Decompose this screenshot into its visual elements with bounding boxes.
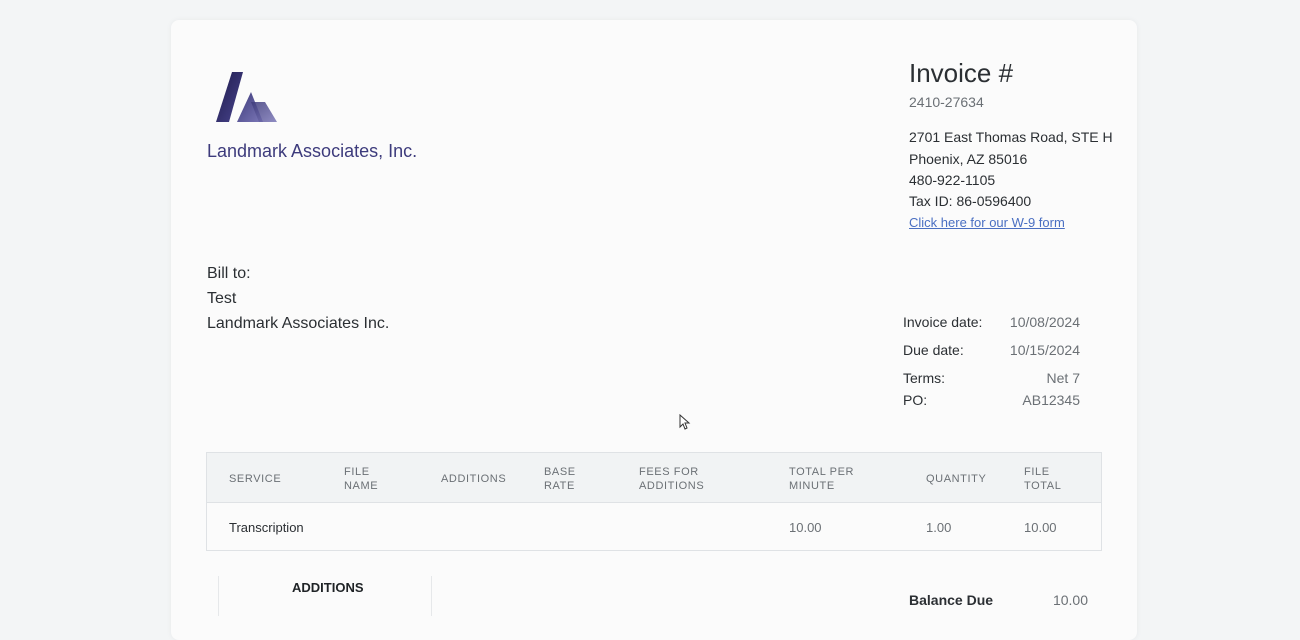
phone-number: 480-922-1105 [909, 172, 996, 188]
header-total-per-minute-line2: MINUTE [789, 480, 835, 492]
header-file-name-line2: NAME [344, 480, 379, 492]
address-line-2: Phoenix, AZ 85016 [909, 151, 1028, 167]
header-quantity: QUANTITY [926, 473, 987, 485]
company-logo-icon [216, 72, 277, 122]
additions-title: ADDITIONS [292, 580, 364, 595]
po-label: PO: [903, 392, 928, 408]
invoice-number: 2410-27634 [909, 94, 984, 110]
header-file-name-line1: FILE [344, 466, 370, 478]
address-line-1: 2701 East Thomas Road, STE H [909, 129, 1113, 145]
bill-to-company: Landmark Associates Inc. [207, 315, 390, 332]
balance-due-value: 10.00 [1052, 592, 1088, 608]
row-quantity: 1.00 [926, 520, 952, 535]
line-items-table: SERVICE FILE NAME ADDITIONS BASE RATE FE… [206, 452, 1102, 551]
balance-due-label: Balance Due [909, 592, 994, 608]
w9-form-link[interactable]: Click here for our W-9 form [909, 215, 1065, 230]
header-fees-line2: ADDITIONS [639, 480, 705, 492]
row-file-total: 10.00 [1024, 520, 1057, 535]
header-total-per-minute: TOTAL PER MINUTE [789, 465, 854, 493]
header-total-per-minute-line1: TOTAL PER [789, 466, 855, 478]
header-file-name: FILE NAME [344, 465, 378, 493]
invoice-date-label: Invoice date: [903, 314, 983, 330]
terms-value: Net 7 [1046, 370, 1080, 386]
header-file-total: FILE TOTAL [1024, 465, 1061, 493]
due-date-label: Due date: [903, 342, 964, 358]
bill-to-name: Test [207, 290, 237, 307]
po-value: AB12345 [1022, 392, 1080, 408]
header-fees-line1: FEES FOR [639, 466, 699, 478]
header-base-rate-line2: RATE [544, 480, 575, 492]
header-additions: ADDITIONS [441, 473, 507, 485]
header-file-total-line2: TOTAL [1024, 480, 1062, 492]
row-total-per-minute: 10.00 [789, 520, 822, 535]
invoice-date-value: 10/08/2024 [1009, 314, 1080, 330]
company-name: Landmark Associates, Inc. [207, 141, 418, 161]
row-service: Transcription [229, 520, 304, 535]
tax-id: Tax ID: 86-0596400 [909, 193, 1032, 209]
bill-to-label: Bill to: [207, 265, 251, 282]
mouse-pointer-icon [679, 414, 691, 430]
header-service: SERVICE [229, 473, 282, 485]
header-base-rate-line1: BASE [544, 466, 576, 478]
header-file-total-line1: FILE [1024, 466, 1050, 478]
due-date-value: 10/15/2024 [1009, 342, 1080, 358]
table-header: SERVICE FILE NAME ADDITIONS BASE RATE FE… [207, 453, 1101, 503]
header-fees-for-additions: FEES FOR ADDITIONS [639, 465, 704, 493]
terms-label: Terms: [903, 370, 945, 386]
invoice-title: Invoice # [909, 58, 1014, 88]
header-base-rate: BASE RATE [544, 465, 576, 493]
